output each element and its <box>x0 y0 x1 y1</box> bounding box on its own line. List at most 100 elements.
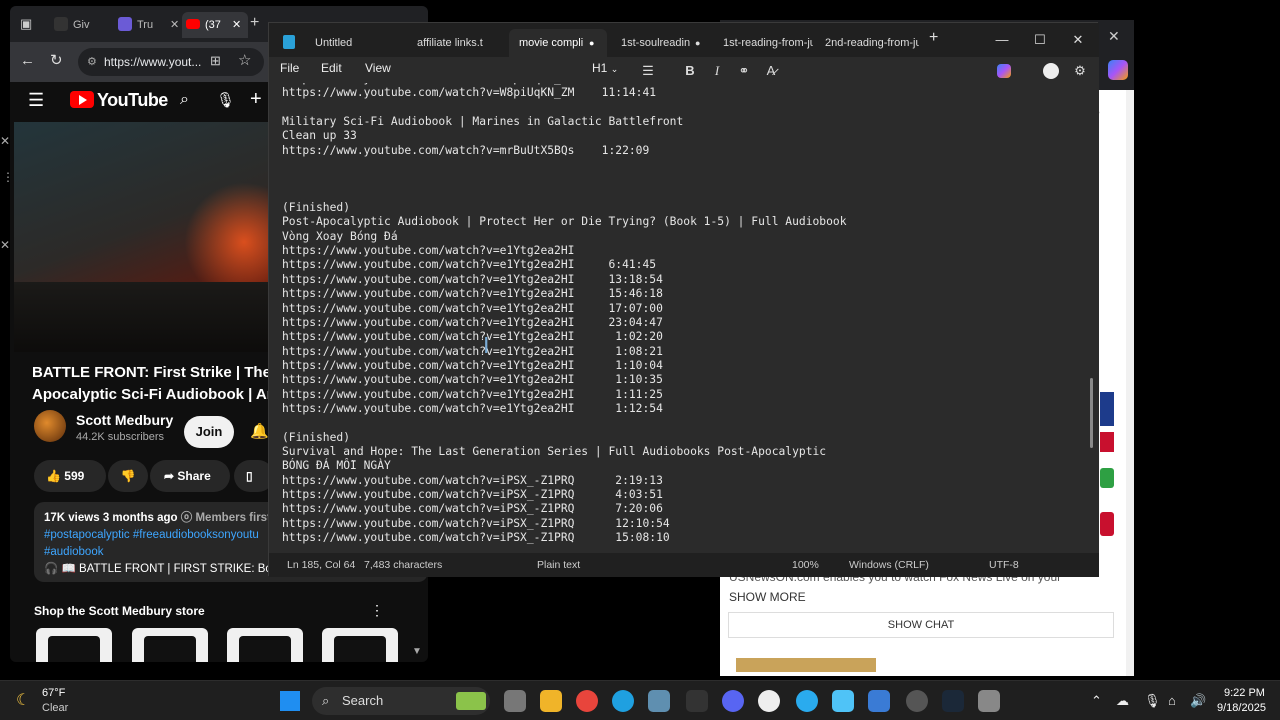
channel-name[interactable]: Scott Medbury <box>76 412 173 428</box>
app-icon[interactable] <box>686 690 708 712</box>
network-icon[interactable]: ⌂ <box>1168 693 1176 708</box>
weather-temperature[interactable]: 67°F <box>42 687 65 699</box>
chevron-up-icon[interactable]: ⌃ <box>1091 693 1102 709</box>
install-app-icon[interactable]: ⊞ <box>210 53 221 69</box>
close-icon[interactable]: ✕ <box>0 134 10 148</box>
notepad-taskbar-icon[interactable] <box>832 690 854 712</box>
site-info-icon[interactable]: ⚙ <box>87 48 97 76</box>
close-icon[interactable]: ✕ <box>1059 23 1097 57</box>
steam-icon[interactable] <box>942 690 964 712</box>
task-view-icon[interactable] <box>504 690 526 712</box>
tab-favicon-icon <box>54 17 68 31</box>
snipping-tool-icon[interactable] <box>648 690 670 712</box>
chrome-icon[interactable] <box>576 690 598 712</box>
merch-item[interactable] <box>132 628 208 662</box>
new-tab-icon[interactable]: + <box>929 29 938 47</box>
browser-tab-2[interactable]: Tru ✕ <box>118 12 184 38</box>
unsaved-dot-icon[interactable]: ● <box>695 29 700 57</box>
show-chat-button[interactable]: SHOW CHAT <box>728 612 1114 638</box>
menu-edit[interactable]: Edit <box>321 61 342 75</box>
zoom-level[interactable]: 100% <box>792 559 819 571</box>
scroll-down-icon[interactable]: ▼ <box>412 646 422 657</box>
unsaved-dot-icon[interactable]: ● <box>589 29 594 57</box>
bold-icon[interactable]: B <box>679 61 701 81</box>
notepad-tab[interactable]: Untitled <box>305 29 401 57</box>
notepad-statusbar: Ln 185, Col 64 7,483 characters Plain te… <box>269 553 1099 577</box>
clear-formatting-icon[interactable]: A̷ <box>760 61 782 81</box>
bookmark-star-icon[interactable]: ☆ <box>238 51 251 69</box>
microphone-icon[interactable]: 🎙 <box>216 91 235 109</box>
text-line: https://www.youtube.com/watch?v=e1Ytg2ea… <box>282 287 663 301</box>
app-icon[interactable] <box>868 690 890 712</box>
menu-icon[interactable]: ☰ <box>28 90 44 111</box>
notepad-text-area[interactable]: https://www.youtube.com/watch?v=W8piUqKN… <box>269 83 1099 553</box>
minimize-icon[interactable]: — <box>983 23 1021 57</box>
close-tab-icon[interactable]: ✕ <box>232 12 241 38</box>
notepad-tab[interactable]: 1st-soulreadin ● <box>611 29 711 57</box>
windows-start-icon[interactable] <box>280 691 300 711</box>
microphone-icon[interactable]: 🎙 <box>1144 693 1161 709</box>
italic-icon[interactable]: I <box>706 61 728 81</box>
close-tab-icon[interactable]: ✕ <box>170 12 179 38</box>
merch-item[interactable] <box>227 628 303 662</box>
notepad-tab[interactable]: 1st-reading-from-ju <box>713 29 813 57</box>
vertical-scrollbar[interactable] <box>1090 378 1093 448</box>
edge-icon[interactable] <box>612 690 634 712</box>
list-icon[interactable]: ☰ <box>637 61 659 81</box>
like-button[interactable]: 👍 599 <box>34 460 106 492</box>
news-thumbnail[interactable] <box>736 658 876 672</box>
menu-file[interactable]: File <box>280 61 299 75</box>
more-options-icon[interactable]: ⋮ <box>2 170 14 184</box>
file-explorer-icon[interactable] <box>540 690 562 712</box>
youtube-logo[interactable]: YouTube <box>70 90 168 111</box>
share-button[interactable]: ➦ Share <box>150 460 230 492</box>
notepad-tab-active[interactable]: movie compli ● <box>509 29 607 57</box>
close-icon[interactable]: ✕ <box>0 238 10 252</box>
search-icon[interactable]: ⌕ <box>180 91 189 109</box>
show-more-link[interactable]: SHOW MORE <box>729 590 806 604</box>
browser-tab-1[interactable]: Giv <box>54 12 114 38</box>
address-bar[interactable]: ⚙ https://www.yout... <box>78 48 264 76</box>
scrollbar[interactable] <box>1126 90 1134 676</box>
clock-date[interactable]: 9/18/2025 <box>1217 702 1266 714</box>
file-format[interactable]: Plain text <box>537 559 580 571</box>
join-button[interactable]: Join <box>184 416 234 448</box>
maximize-icon[interactable]: ☐ <box>1021 23 1059 57</box>
moon-weather-icon[interactable]: ☾ <box>16 690 30 710</box>
clock-time[interactable]: 9:22 PM <box>1224 687 1265 699</box>
close-window-icon[interactable]: ✕ <box>1108 28 1120 45</box>
copilot-icon[interactable] <box>1108 60 1128 80</box>
link-icon[interactable]: ⚭ <box>733 61 755 81</box>
taskbar-search[interactable]: ⌕ Search <box>312 687 490 715</box>
settings-gear-icon[interactable]: ⚙ <box>1069 61 1091 81</box>
heading-dropdown[interactable]: H1 ⌄ <box>592 61 618 75</box>
browser-tab-active[interactable]: (37 ✕ <box>182 12 248 38</box>
cloud-icon[interactable]: ☁ <box>1116 693 1129 709</box>
discord-icon[interactable] <box>722 690 744 712</box>
dislike-button[interactable]: 👎 <box>108 460 148 492</box>
menu-view[interactable]: View <box>365 61 391 75</box>
weather-condition[interactable]: Clear <box>42 702 68 714</box>
copilot-icon[interactable] <box>997 64 1011 78</box>
app-icon[interactable] <box>906 690 928 712</box>
camera-icon[interactable] <box>978 690 1000 712</box>
volume-icon[interactable]: 🔊 <box>1190 693 1206 709</box>
more-options-icon[interactable]: ⋮ <box>370 602 384 619</box>
account-icon[interactable] <box>1043 63 1059 79</box>
merch-item[interactable] <box>36 628 112 662</box>
pinterest-icon[interactable] <box>1100 512 1114 536</box>
back-icon[interactable]: ← <box>20 52 35 69</box>
merch-item[interactable] <box>322 628 398 662</box>
line-ending[interactable]: Windows (CRLF) <box>849 559 929 571</box>
notepad-tab[interactable]: 2nd-reading-from-ju <box>815 29 919 57</box>
create-icon[interactable]: + <box>250 88 262 111</box>
bell-icon[interactable]: 🔔 <box>250 422 269 440</box>
new-tab-icon[interactable]: + <box>250 14 259 32</box>
encoding[interactable]: UTF-8 <box>989 559 1019 571</box>
tab-actions-icon[interactable]: ▣ <box>20 16 32 32</box>
channel-avatar[interactable] <box>34 410 66 442</box>
reload-icon[interactable]: ↻ <box>50 51 63 69</box>
notepad-tab[interactable]: affiliate links.t <box>407 29 505 57</box>
app-icon[interactable] <box>758 690 780 712</box>
telegram-icon[interactable] <box>796 690 818 712</box>
